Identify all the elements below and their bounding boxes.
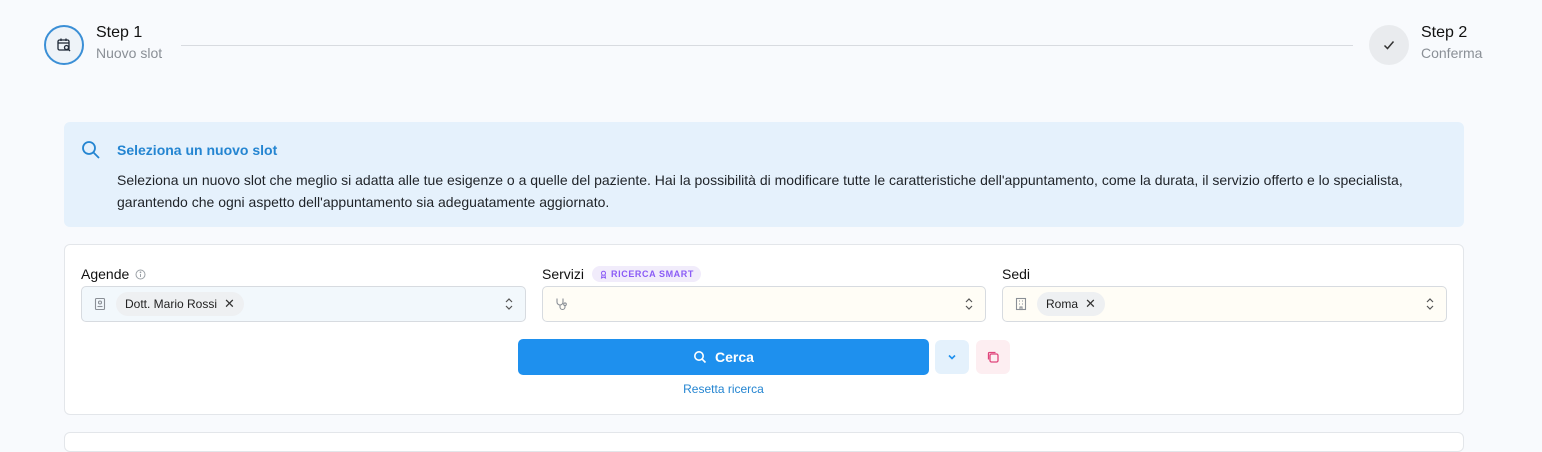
remove-chip-icon[interactable]: ✕: [224, 296, 235, 312]
info-title: Seleziona un nuovo slot: [117, 142, 278, 158]
servizi-select[interactable]: [542, 286, 986, 322]
step2-subtitle: Conferma: [1421, 45, 1483, 61]
chevron-up-down-icon: [505, 298, 513, 310]
chevron-up-down-icon: [965, 298, 973, 310]
servizi-label: Servizi RICERCA SMART: [542, 266, 701, 282]
search-icon: [694, 351, 707, 364]
step1-indicator[interactable]: [44, 25, 84, 65]
servizi-label-text: Servizi: [542, 266, 585, 282]
agende-chip-label: Dott. Mario Rossi: [125, 297, 218, 311]
step-connector: [181, 45, 1353, 46]
building-icon: [1015, 297, 1027, 311]
stethoscope-icon: [556, 298, 567, 311]
search-card: Agende Dott. Mario Rossi ✕ Servizi RICER…: [64, 244, 1464, 415]
reset-search-link[interactable]: Resetta ricerca: [518, 382, 929, 396]
step1-title: Step 1: [96, 24, 143, 41]
agende-select[interactable]: Dott. Mario Rossi ✕: [81, 286, 526, 322]
agende-label-text: Agende: [81, 266, 130, 282]
info-icon[interactable]: [135, 269, 146, 280]
sedi-label: Sedi: [1002, 266, 1030, 282]
agende-chip: Dott. Mario Rossi ✕: [116, 292, 244, 316]
calendar-search-icon: [57, 38, 71, 52]
agende-label: Agende: [81, 266, 146, 282]
stepper: Step 1 Nuovo slot Step 2 Conferma: [0, 0, 1542, 90]
smart-search-badge: RICERCA SMART: [592, 266, 701, 282]
info-description: Seleziona un nuovo slot che meglio si ad…: [117, 172, 1403, 210]
search-button-label: Cerca: [715, 349, 754, 365]
copy-icon: [987, 351, 999, 363]
search-button[interactable]: Cerca: [518, 339, 929, 375]
results-card: [64, 432, 1464, 452]
sparkle-icon: [600, 270, 607, 279]
remove-chip-icon[interactable]: ✕: [1085, 296, 1096, 312]
info-banner: Seleziona un nuovo slot Seleziona un nuo…: [64, 122, 1464, 227]
search-options-dropdown-button[interactable]: [935, 340, 969, 374]
sedi-select[interactable]: Roma ✕: [1002, 286, 1447, 322]
smart-search-badge-label: RICERCA SMART: [611, 269, 694, 279]
chevron-up-down-icon: [1426, 298, 1434, 310]
step2-indicator[interactable]: [1369, 25, 1409, 65]
agenda-icon: [94, 297, 106, 311]
step1-subtitle: Nuovo slot: [96, 45, 163, 61]
check-icon: [1383, 41, 1395, 50]
sedi-chip-label: Roma: [1046, 297, 1079, 311]
copy-button[interactable]: [976, 340, 1010, 374]
step2-title: Step 2: [1421, 24, 1468, 41]
chevron-down-icon: [948, 354, 956, 360]
sedi-label-text: Sedi: [1002, 266, 1031, 282]
sedi-chip: Roma ✕: [1037, 292, 1105, 316]
search-icon: [82, 141, 100, 159]
